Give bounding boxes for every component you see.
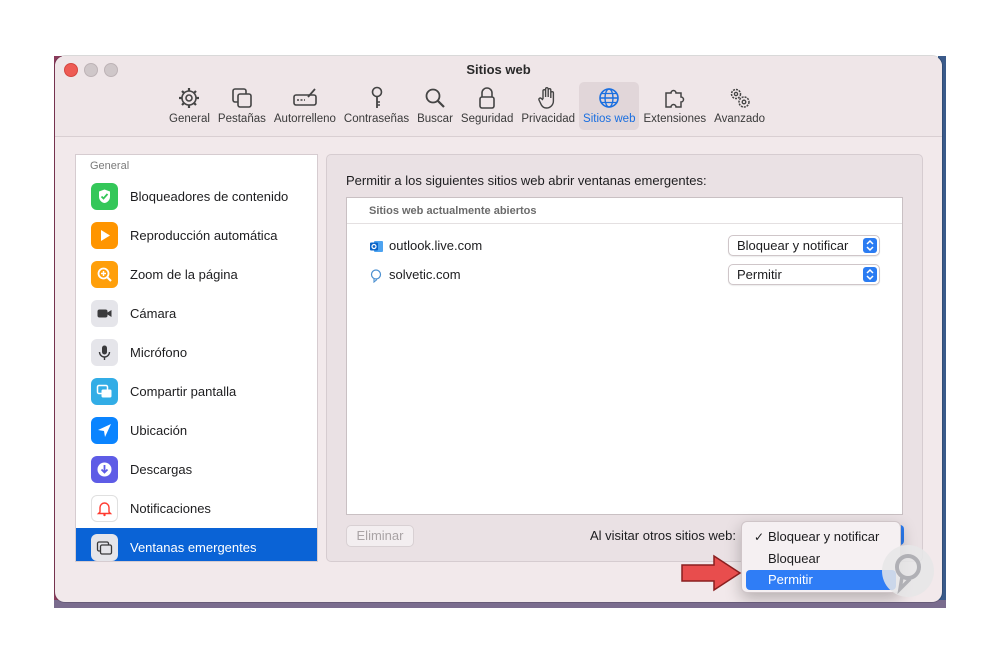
select-value: Bloquear y notificar xyxy=(737,238,849,253)
sidebar-item-camara[interactable]: Cámara xyxy=(76,294,317,333)
sidebar-item-label: Reproducción automática xyxy=(130,228,278,243)
sidebar-item-label: Cámara xyxy=(130,306,177,321)
titlebar: Sitios web General Pestañas Autorrelleno… xyxy=(55,56,942,137)
menu-option-permitir[interactable]: Permitir xyxy=(746,570,896,590)
tab-privacidad[interactable]: Privacidad xyxy=(517,82,579,130)
sidebar-section-header: General xyxy=(90,160,130,172)
tab-label: Seguridad xyxy=(460,113,514,125)
sidebar-item-compartir[interactable]: Compartir pantalla xyxy=(76,372,317,411)
remove-button[interactable]: Eliminar xyxy=(346,525,414,547)
autofill-icon xyxy=(293,88,317,106)
preferences-window: Sitios web General Pestañas Autorrelleno… xyxy=(55,56,942,602)
play-icon xyxy=(91,222,118,249)
sidebar-item-reproduccion[interactable]: Reproducción automática xyxy=(76,216,317,255)
list-section-header: Sitios web actualmente abiertos xyxy=(347,198,902,224)
checkmark-icon: ✓ xyxy=(754,530,765,544)
download-icon xyxy=(91,456,118,483)
websites-list: Sitios web actualmente abiertos outlook.… xyxy=(346,197,903,515)
solvetic-watermark-logo xyxy=(882,545,934,597)
sidebar-item-label: Bloqueadores de contenido xyxy=(130,189,289,204)
tab-label: Autorrelleno xyxy=(273,113,336,125)
sidebar-item-ubicacion[interactable]: Ubicación xyxy=(76,411,317,450)
window-title: Sitios web xyxy=(466,62,531,77)
tab-sitios-web[interactable]: Sitios web xyxy=(579,82,640,130)
annotation-arrow-icon xyxy=(681,554,742,592)
tabs-icon xyxy=(232,88,252,108)
website-popup-setting-select[interactable]: Bloquear y notificar xyxy=(728,235,880,256)
gear-icon xyxy=(179,88,200,108)
camera-icon xyxy=(91,300,118,327)
sidebar-item-bloqueadores[interactable]: Bloqueadores de contenido xyxy=(76,177,317,216)
tab-label: Avanzado xyxy=(714,113,766,125)
hand-icon xyxy=(538,87,555,109)
website-domain: solvetic.com xyxy=(389,267,461,282)
chevron-updown-icon xyxy=(863,267,877,282)
sidebar-item-notificaciones[interactable]: Notificaciones xyxy=(76,489,317,528)
popup-window-icon xyxy=(91,534,118,561)
globe-icon xyxy=(599,88,620,108)
menu-option-bloquear[interactable]: Bloquear xyxy=(746,549,896,569)
location-icon xyxy=(91,417,118,444)
chevron-updown-icon xyxy=(863,238,877,253)
other-sites-dropdown-menu: ✓ Bloquear y notificar Bloquear Permitir xyxy=(741,521,901,593)
sidebar-item-label: Descargas xyxy=(130,462,193,477)
solvetic-icon xyxy=(370,269,382,283)
sidebar-item-label: Micrófono xyxy=(130,345,188,360)
outlook-icon xyxy=(370,241,383,252)
tab-extensiones[interactable]: Extensiones xyxy=(639,82,710,130)
sidebar-item-label: Notificaciones xyxy=(130,501,211,516)
website-popup-setting-select[interactable]: Permitir xyxy=(728,264,880,285)
bell-icon xyxy=(91,495,118,522)
sidebar-item-microfono[interactable]: Micrófono xyxy=(76,333,317,372)
sidebar-item-zoom[interactable]: Zoom de la página xyxy=(76,255,317,294)
sidebar-item-label: Ventanas emergentes xyxy=(130,540,257,555)
tab-label: Pestañas xyxy=(217,113,266,125)
website-domain: outlook.live.com xyxy=(389,238,483,253)
menu-option-label: Bloquear xyxy=(768,551,821,566)
tab-label: Privacidad xyxy=(521,113,576,125)
tab-seguridad[interactable]: Seguridad xyxy=(457,82,517,130)
menu-option-bloquear-y-notificar[interactable]: ✓ Bloquear y notificar xyxy=(746,527,896,547)
settings-sidebar: General Bloqueadores de contenido Reprod… xyxy=(75,154,318,562)
tab-autorrelleno[interactable]: Autorrelleno xyxy=(270,82,340,130)
preferences-toolbar: General Pestañas Autorrelleno Contraseña… xyxy=(165,82,769,130)
tab-label: Contraseñas xyxy=(343,113,410,125)
menu-option-label: Permitir xyxy=(768,572,813,587)
tab-label: Sitios web xyxy=(583,113,636,125)
key-icon xyxy=(371,86,382,108)
tab-avanzado[interactable]: Avanzado xyxy=(710,82,769,130)
website-row[interactable]: outlook.live.com Bloquear y notificar xyxy=(347,233,902,261)
screen-share-icon xyxy=(91,378,118,405)
tab-label: Extensiones xyxy=(643,113,707,125)
tab-label: Buscar xyxy=(417,113,453,125)
zoom-icon xyxy=(91,261,118,288)
panel-caption: Permitir a los siguientes sitios web abr… xyxy=(346,173,707,188)
sidebar-item-label: Ubicación xyxy=(130,423,188,438)
tab-pestanas[interactable]: Pestañas xyxy=(214,82,270,130)
sidebar-item-label: Compartir pantalla xyxy=(130,384,237,399)
website-row[interactable]: solvetic.com Permitir xyxy=(347,262,902,290)
sidebar-item-label: Zoom de la página xyxy=(130,267,238,282)
sidebar-item-ventanas-emergentes[interactable]: Ventanas emergentes xyxy=(76,528,317,561)
tab-label: General xyxy=(169,113,210,125)
tab-buscar[interactable]: Buscar xyxy=(413,82,457,130)
tab-contrasenas[interactable]: Contraseñas xyxy=(340,82,413,130)
sidebar-item-descargas[interactable]: Descargas xyxy=(76,450,317,489)
magnifier-icon xyxy=(425,88,445,108)
microphone-icon xyxy=(91,339,118,366)
select-value: Permitir xyxy=(737,267,782,282)
tab-general[interactable]: General xyxy=(165,82,214,130)
lock-icon xyxy=(479,87,495,109)
menu-option-label: Bloquear y notificar xyxy=(768,529,880,544)
gears-icon xyxy=(730,88,750,108)
puzzle-icon xyxy=(665,89,685,108)
other-sites-label: Al visitar otros sitios web: xyxy=(590,528,736,543)
shield-check-icon xyxy=(91,183,118,210)
popup-settings-panel: Permitir a los siguientes sitios web abr… xyxy=(326,154,923,562)
